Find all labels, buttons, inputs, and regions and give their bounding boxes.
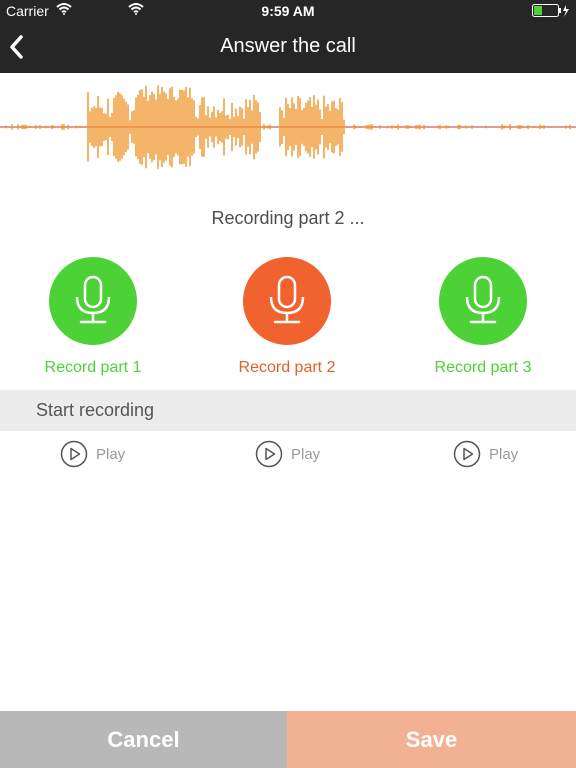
play-circle-icon — [60, 440, 88, 468]
cancel-button[interactable]: Cancel — [0, 711, 287, 768]
status-time: 9:59 AM — [261, 3, 315, 19]
recording-status: Recording part 2 ... — [211, 208, 365, 228]
play-part-2-label: Play — [291, 445, 321, 463]
save-button[interactable]: Save — [287, 711, 576, 768]
play-part-3-label: Play — [489, 445, 519, 463]
record-part-1-label: Record part 1 — [44, 359, 142, 376]
audio-waveform — [0, 85, 576, 169]
microphone-icon — [243, 257, 331, 345]
play-part-3-button[interactable]: Play — [453, 440, 518, 468]
start-recording-bar[interactable]: Start recording — [0, 390, 576, 431]
record-part-1-button[interactable]: Record part 1 — [13, 257, 173, 377]
play-part-2-button[interactable]: Play — [255, 440, 320, 468]
nav-bar: Answer the call — [0, 22, 576, 73]
play-part-1-button[interactable]: Play — [60, 440, 125, 468]
start-recording-label: Start recording — [36, 400, 155, 420]
battery-icon — [532, 4, 569, 17]
record-part-3-label: Record part 3 — [434, 359, 532, 376]
microphone-icon — [439, 257, 527, 345]
page-title: Answer the call — [220, 35, 356, 57]
record-part-2-label: Record part 2 — [238, 359, 336, 376]
play-part-1-label: Play — [96, 445, 126, 463]
play-circle-icon — [255, 440, 283, 468]
record-part-2-button[interactable]: Record part 2 — [207, 257, 367, 377]
record-part-3-button[interactable]: Record part 3 — [403, 257, 563, 377]
status-bar: Carrier 9:59 AM — [0, 0, 576, 22]
microphone-icon — [49, 257, 137, 345]
play-circle-icon — [453, 440, 481, 468]
